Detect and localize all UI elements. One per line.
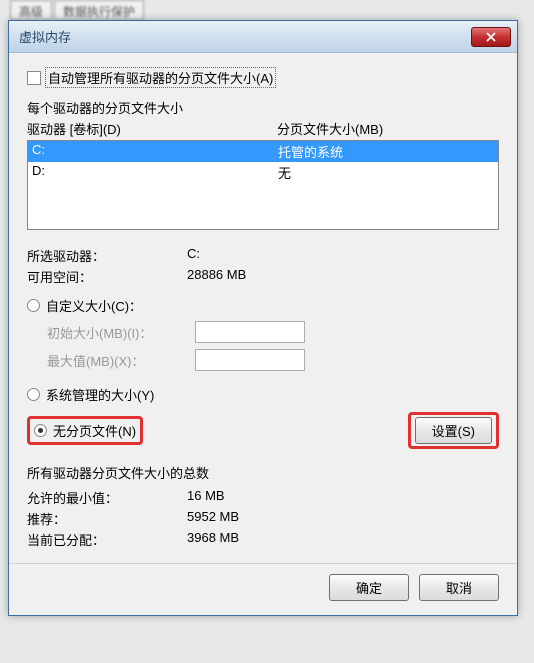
col-drive-header: 驱动器 [卷标](D) xyxy=(27,119,277,138)
max-size-row: 最大值(MB)(X)： xyxy=(47,349,499,371)
max-size-input[interactable] xyxy=(195,349,305,371)
dialog-content: 自动管理所有驱动器的分页文件大小(A) 每个驱动器的分页文件大小 驱动器 [卷标… xyxy=(9,53,517,563)
drive-list[interactable]: C: 托管的系统 D: 无 xyxy=(27,140,499,230)
custom-size-radio-row[interactable]: 自定义大小(C)： xyxy=(27,296,499,315)
recommended-value: 5952 MB xyxy=(187,509,499,528)
custom-size-label: 自定义大小(C)： xyxy=(46,296,142,315)
bg-tab: 数据执行保护 xyxy=(54,0,144,20)
set-button-highlight: 设置(S) xyxy=(408,412,499,449)
selected-drive-value: C: xyxy=(187,246,499,265)
totals-label: 所有驱动器分页文件大小的总数 xyxy=(27,463,499,482)
min-allowed-label: 允许的最小值： xyxy=(27,488,187,507)
recommended-label: 推荐： xyxy=(27,509,187,528)
drive-name: C: xyxy=(32,142,278,161)
drive-status: 托管的系统 xyxy=(278,142,494,161)
drive-status: 无 xyxy=(278,163,494,182)
current-value: 3968 MB xyxy=(187,530,499,549)
set-button[interactable]: 设置(S) xyxy=(415,417,492,444)
background-tabs: 高级 数据执行保护 xyxy=(0,0,534,20)
min-allowed-value: 16 MB xyxy=(187,488,499,507)
system-managed-label: 系统管理的大小(Y) xyxy=(46,385,154,404)
drive-row[interactable]: D: 无 xyxy=(28,162,498,183)
free-space-label: 可用空间： xyxy=(27,267,187,286)
initial-size-label: 初始大小(MB)(I)： xyxy=(47,323,195,342)
bg-tab: 高级 xyxy=(10,0,52,20)
no-paging-radio[interactable] xyxy=(34,424,47,437)
initial-size-row: 初始大小(MB)(I)： xyxy=(47,321,499,343)
selected-drive-label: 所选驱动器： xyxy=(27,246,187,265)
custom-size-radio[interactable] xyxy=(27,299,40,312)
cancel-button[interactable]: 取消 xyxy=(419,574,499,601)
drive-name: D: xyxy=(32,163,278,182)
ok-button[interactable]: 确定 xyxy=(329,574,409,601)
system-managed-radio[interactable] xyxy=(27,388,40,401)
auto-manage-row: 自动管理所有驱动器的分页文件大小(A) xyxy=(27,67,499,88)
dialog-title: 虚拟内存 xyxy=(19,27,71,46)
drive-row[interactable]: C: 托管的系统 xyxy=(28,141,498,162)
current-label: 当前已分配： xyxy=(27,530,187,549)
dialog-buttons: 确定 取消 xyxy=(9,563,517,615)
auto-manage-checkbox[interactable] xyxy=(27,71,41,85)
col-size-header: 分页文件大小(MB) xyxy=(277,119,499,138)
close-button[interactable] xyxy=(471,27,511,47)
per-drive-label: 每个驱动器的分页文件大小 xyxy=(27,98,499,117)
system-managed-radio-row[interactable]: 系统管理的大小(Y) xyxy=(27,385,499,404)
close-icon xyxy=(486,32,496,42)
no-paging-label: 无分页文件(N) xyxy=(53,421,136,440)
no-paging-highlight: 无分页文件(N) xyxy=(27,416,143,445)
virtual-memory-dialog: 虚拟内存 自动管理所有驱动器的分页文件大小(A) 每个驱动器的分页文件大小 驱动… xyxy=(8,20,518,616)
free-space-value: 28886 MB xyxy=(187,267,499,286)
selected-drive-info: 所选驱动器： C: 可用空间： 28886 MB xyxy=(27,246,499,286)
titlebar: 虚拟内存 xyxy=(9,21,517,53)
list-headers: 驱动器 [卷标](D) 分页文件大小(MB) xyxy=(27,119,499,138)
initial-size-input[interactable] xyxy=(195,321,305,343)
auto-manage-label[interactable]: 自动管理所有驱动器的分页文件大小(A) xyxy=(45,67,276,88)
max-size-label: 最大值(MB)(X)： xyxy=(47,351,195,370)
